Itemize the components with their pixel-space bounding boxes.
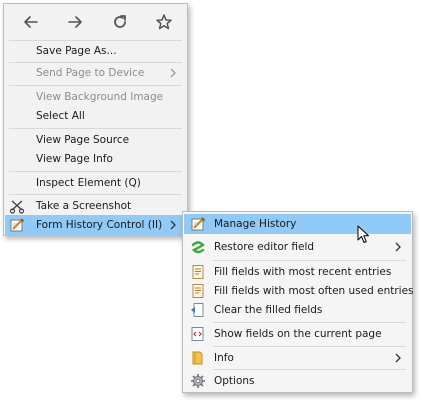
star-icon — [156, 14, 172, 30]
separator — [213, 322, 406, 323]
restore-editor-field-label: Restore editor field — [214, 241, 315, 253]
chevron-right-icon — [395, 242, 401, 252]
arrow-right-icon — [68, 16, 82, 28]
reload-button[interactable] — [108, 10, 132, 34]
fill-often-item[interactable]: Fill fields with most often used entries — [184, 281, 414, 301]
clear-filled-item[interactable]: Clear the filled fields — [184, 300, 411, 320]
manage-history-label: Manage History — [214, 218, 297, 230]
save-page-as-item[interactable]: Save Page As... — [5, 41, 186, 61]
gear-icon — [191, 374, 205, 388]
show-fields-item[interactable]: Show fields on the current page — [184, 324, 411, 344]
arrow-left-icon — [24, 16, 38, 28]
manage-history-item[interactable]: Manage History — [184, 214, 411, 234]
form-history-control-label: Form History Control (II) — [36, 219, 163, 231]
fill-recent-label: Fill fields with most recent entries — [214, 266, 392, 278]
view-page-info-label: View Page Info — [36, 153, 113, 165]
form-history-icon — [10, 218, 25, 232]
chevron-right-icon — [170, 220, 176, 230]
separator — [213, 346, 406, 347]
save-page-as-label: Save Page As... — [36, 45, 117, 57]
info-label: Info — [214, 352, 234, 364]
navigation-bar — [4, 4, 187, 40]
folder-icon — [192, 351, 203, 365]
separator — [9, 194, 182, 195]
view-page-source-item[interactable]: View Page Source — [5, 130, 186, 150]
separator — [9, 85, 182, 86]
forward-button[interactable] — [63, 10, 87, 34]
form-history-submenu: Manage History Restore editor field Fill… — [182, 211, 414, 393]
reload-icon — [114, 15, 126, 28]
send-page-to-device-label: Send Page to Device — [36, 67, 145, 79]
back-button[interactable] — [19, 10, 43, 34]
code-page-icon — [191, 327, 204, 341]
separator — [213, 260, 406, 261]
options-label: Options — [214, 375, 255, 387]
inspect-element-label: Inspect Element (Q) — [36, 177, 141, 189]
chevron-right-icon — [395, 353, 401, 363]
context-menu: Save Page As... Send Page to Device View… — [3, 3, 188, 236]
document-icon — [192, 265, 204, 279]
view-background-image-item[interactable]: View Background Image — [5, 87, 186, 107]
info-item[interactable]: Info — [184, 348, 411, 368]
view-background-image-label: View Background Image — [36, 91, 164, 103]
view-page-source-label: View Page Source — [36, 134, 130, 146]
clear-document-icon — [191, 303, 204, 317]
form-history-icon — [191, 217, 206, 231]
select-all-item[interactable]: Select All — [5, 106, 186, 126]
chevron-right-icon — [170, 68, 176, 78]
show-fields-label: Show fields on the current page — [214, 328, 382, 340]
inspect-element-item[interactable]: Inspect Element (Q) — [5, 173, 186, 193]
fill-often-label: Fill fields with most often used entries — [214, 285, 414, 297]
mouse-cursor-icon — [357, 225, 369, 243]
document-icon — [192, 284, 204, 298]
separator — [9, 128, 182, 129]
restore-editor-field-item[interactable]: Restore editor field — [184, 237, 411, 257]
form-history-control-item[interactable]: Form History Control (II) — [5, 215, 186, 235]
view-page-info-item[interactable]: View Page Info — [5, 149, 186, 169]
separator — [9, 171, 182, 172]
clear-filled-label: Clear the filled fields — [214, 304, 323, 316]
green-swirl-icon — [191, 241, 205, 254]
select-all-label: Select All — [36, 110, 85, 122]
options-item[interactable]: Options — [184, 371, 411, 391]
send-page-to-device-item[interactable]: Send Page to Device — [5, 63, 186, 83]
separator — [213, 369, 406, 370]
scissors-icon — [9, 200, 25, 214]
bookmark-button[interactable] — [152, 10, 176, 34]
fill-recent-item[interactable]: Fill fields with most recent entries — [184, 262, 411, 282]
take-screenshot-label: Take a Screenshot — [36, 200, 132, 212]
take-screenshot-item[interactable]: Take a Screenshot — [5, 196, 186, 216]
